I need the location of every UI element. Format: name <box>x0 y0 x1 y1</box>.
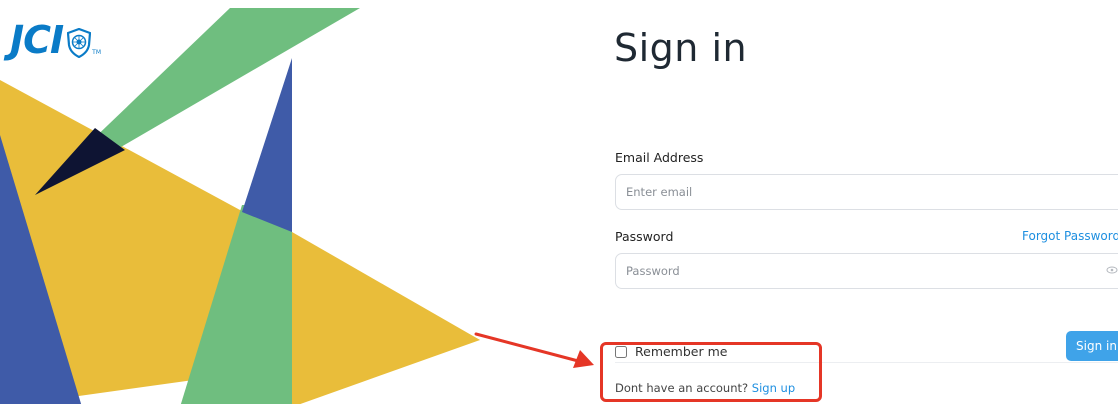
trademark-mark: TM <box>92 49 102 56</box>
page-title: Sign in <box>614 26 748 70</box>
annotation-highlight-box <box>600 342 822 402</box>
jci-logo: JCI TM <box>10 20 101 60</box>
shield-emblem-icon <box>67 28 92 58</box>
logo-wordmark: JCI <box>10 18 64 62</box>
annotation-arrow-icon <box>474 332 594 368</box>
email-input[interactable] <box>615 174 1118 210</box>
forgot-password-link[interactable]: Forgot Password <box>1022 229 1118 243</box>
email-label: Email Address <box>615 150 704 165</box>
sign-in-button[interactable]: Sign in <box>1066 331 1118 361</box>
password-input[interactable] <box>615 253 1118 289</box>
eye-icon[interactable] <box>1106 265 1118 275</box>
password-label: Password <box>615 229 674 244</box>
